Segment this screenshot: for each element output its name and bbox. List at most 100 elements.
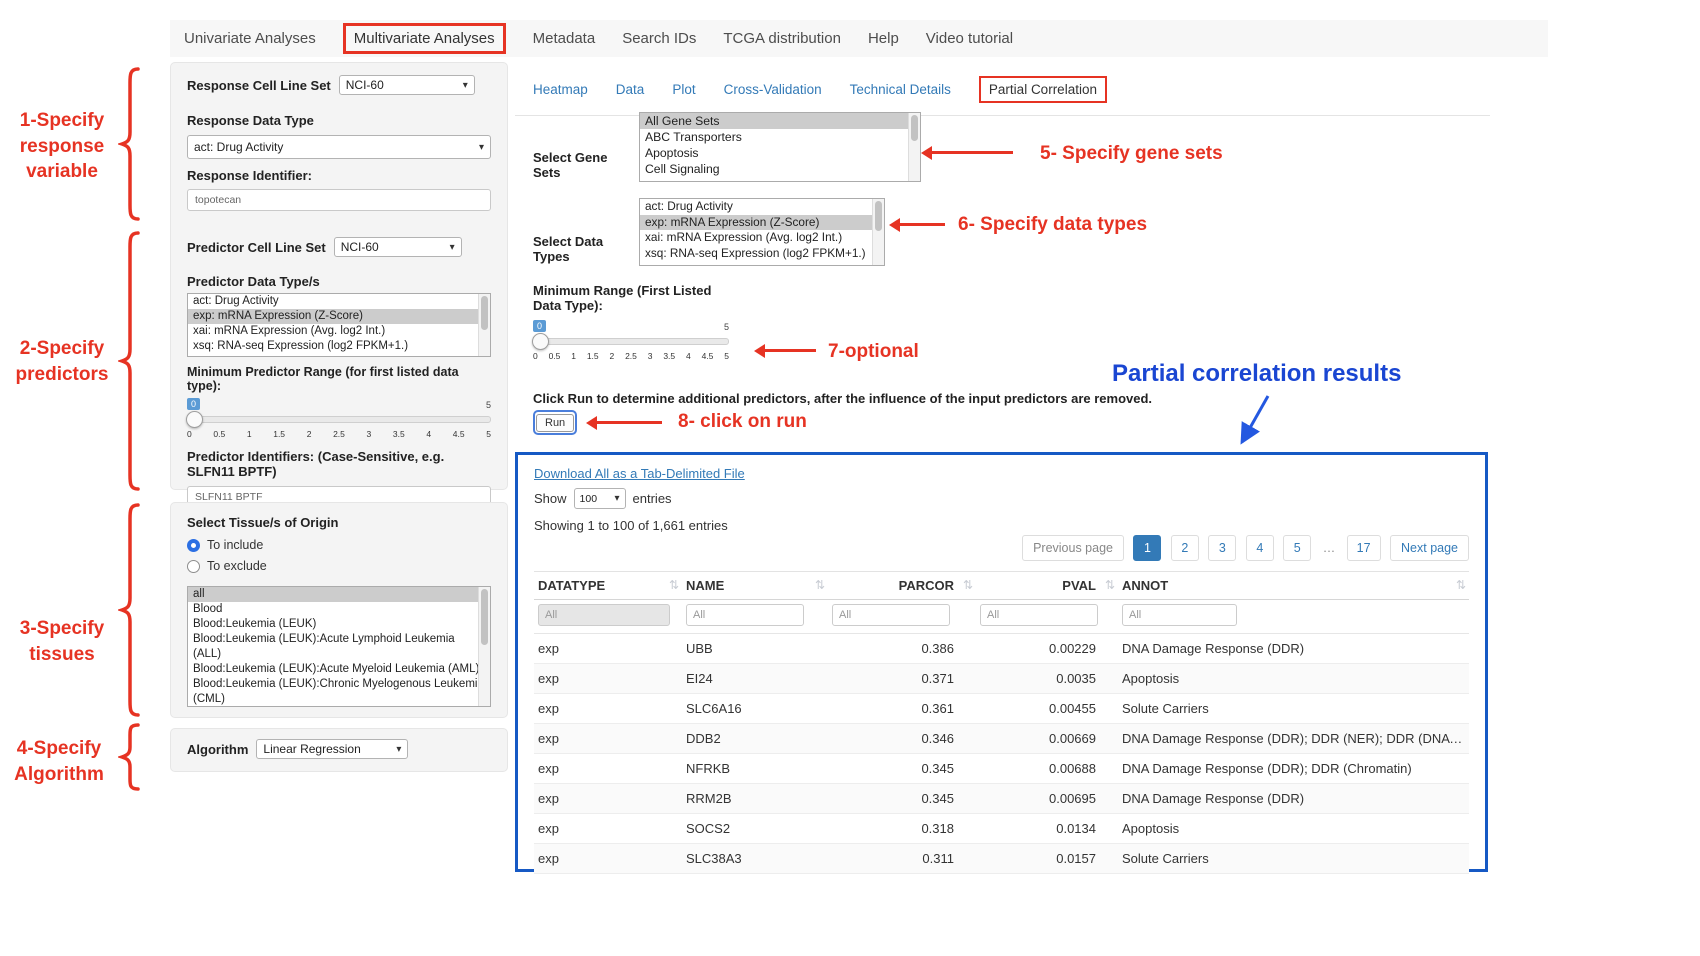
slider-track[interactable] bbox=[533, 338, 729, 345]
cellminercdb-page: Univariate Analyses Multivariate Analyse… bbox=[0, 0, 1700, 956]
predictor-data-types-label: Predictor Data Type/s bbox=[187, 274, 491, 289]
data-type-option[interactable]: act: Drug Activity bbox=[640, 199, 884, 215]
nav-help[interactable]: Help bbox=[868, 30, 899, 47]
page-button-1[interactable]: 1 bbox=[1133, 535, 1161, 561]
annotation-arrow-optional bbox=[758, 349, 816, 352]
page-button-4[interactable]: 4 bbox=[1246, 535, 1274, 561]
tab-heatmap[interactable]: Heatmap bbox=[533, 82, 588, 97]
filter-annot-input[interactable] bbox=[1122, 604, 1237, 626]
tab-technical-details[interactable]: Technical Details bbox=[850, 82, 951, 97]
col-header-pval[interactable]: PVAL⇅ bbox=[976, 572, 1118, 600]
sort-icon[interactable]: ⇅ bbox=[1105, 578, 1115, 592]
annotation-step1: 1-Specify response variable bbox=[8, 108, 116, 185]
filter-datatype-input[interactable] bbox=[538, 604, 670, 626]
radio-to-include[interactable] bbox=[187, 539, 200, 552]
tab-plot[interactable]: Plot bbox=[672, 82, 695, 97]
previous-page-button[interactable]: Previous page bbox=[1022, 535, 1124, 561]
tissue-option-selected[interactable]: all bbox=[188, 587, 490, 602]
sort-icon[interactable]: ⇅ bbox=[815, 578, 825, 592]
nav-multivariate-analyses[interactable]: Multivariate Analyses bbox=[343, 23, 506, 54]
show-entries-select[interactable]: 100 ▾ bbox=[574, 488, 626, 509]
scrollbar-thumb[interactable] bbox=[481, 589, 488, 645]
col-header-datatype[interactable]: DATATYPE⇅ bbox=[534, 572, 682, 600]
tissue-listbox: all Blood Blood:Leukemia (LEUK) Blood:Le… bbox=[187, 586, 491, 707]
scrollbar-thumb[interactable] bbox=[911, 115, 918, 141]
sort-icon[interactable]: ⇅ bbox=[963, 578, 973, 592]
data-type-option[interactable]: xai: mRNA Expression (Avg. log2 Int.) bbox=[640, 230, 884, 246]
nav-video-tutorial[interactable]: Video tutorial bbox=[926, 30, 1013, 47]
data-type-option-selected[interactable]: exp: mRNA Expression (Z-Score) bbox=[640, 215, 884, 231]
gene-set-option[interactable]: Apoptosis bbox=[640, 145, 920, 161]
col-header-annot[interactable]: ANNOT⇅ bbox=[1118, 572, 1469, 600]
brace-step2 bbox=[118, 230, 144, 492]
nav-univariate-analyses[interactable]: Univariate Analyses bbox=[184, 30, 316, 47]
page-button-2[interactable]: 2 bbox=[1171, 535, 1199, 561]
run-button[interactable]: Run bbox=[536, 414, 574, 432]
slider-track[interactable] bbox=[187, 416, 491, 423]
tab-data[interactable]: Data bbox=[616, 82, 645, 97]
gene-sets-group: Select Gene Sets All Gene Sets ABC Trans… bbox=[533, 112, 921, 182]
predictor-cell-line-set-select[interactable]: NCI-60 ▾ bbox=[334, 237, 462, 257]
tissue-option[interactable]: Blood:Leukemia (LEUK):Acute Lymphoid Leu… bbox=[188, 632, 490, 662]
download-tab-delimited-link[interactable]: Download All as a Tab-Delimited File bbox=[534, 466, 745, 481]
scrollbar[interactable] bbox=[478, 587, 490, 706]
slider-handle[interactable] bbox=[532, 333, 549, 350]
gene-set-option[interactable]: Cell Signaling bbox=[640, 161, 920, 177]
page-button-3[interactable]: 3 bbox=[1208, 535, 1236, 561]
min-range-label-line2: Data Type): bbox=[533, 298, 711, 313]
annotation-arrow-data-types bbox=[893, 223, 945, 226]
tick-label: 4 bbox=[686, 351, 691, 361]
response-cell-line-set-label: Response Cell Line Set bbox=[187, 78, 331, 93]
sidebar-algorithm-panel: Algorithm Linear Regression ▾ bbox=[170, 728, 508, 772]
scrollbar-thumb[interactable] bbox=[481, 296, 488, 330]
min-predictor-range-slider: 0 5 0 0.5 1 1.5 2 2.5 3 3.5 4 4.5 5 bbox=[187, 398, 491, 439]
scrollbar[interactable] bbox=[872, 199, 884, 265]
response-identifier-input[interactable] bbox=[187, 189, 491, 211]
col-header-parcor[interactable]: PARCOR⇅ bbox=[828, 572, 976, 600]
predictor-data-type-option[interactable]: xsq: RNA-seq Expression (log2 FPKM+1.) bbox=[188, 339, 490, 354]
filter-name-input[interactable] bbox=[686, 604, 804, 626]
tick-label: 4.5 bbox=[702, 351, 714, 361]
data-type-option[interactable]: xsq: RNA-seq Expression (log2 FPKM+1.) bbox=[640, 246, 884, 262]
page-button-17[interactable]: 17 bbox=[1347, 535, 1381, 561]
predictor-data-type-option-selected[interactable]: exp: mRNA Expression (Z-Score) bbox=[188, 309, 490, 324]
data-types-listbox: act: Drug Activity exp: mRNA Expression … bbox=[639, 198, 885, 266]
tissue-option[interactable]: Blood:Leukemia (LEUK) bbox=[188, 617, 490, 632]
algorithm-select[interactable]: Linear Regression ▾ bbox=[256, 739, 408, 759]
filter-parcor-input[interactable] bbox=[832, 604, 950, 626]
response-data-type-select[interactable]: act: Drug Activity ▾ bbox=[187, 135, 491, 159]
gene-set-option-selected[interactable]: All Gene Sets bbox=[640, 113, 920, 129]
run-button-highlight: Run bbox=[533, 410, 577, 435]
entries-label: entries bbox=[633, 491, 672, 506]
predictor-data-type-option[interactable]: xai: mRNA Expression (Avg. log2 Int.) bbox=[188, 324, 490, 339]
tab-partial-correlation[interactable]: Partial Correlation bbox=[979, 76, 1107, 103]
scrollbar-thumb[interactable] bbox=[875, 201, 882, 231]
table-row: expSOCS2 0.3180.0134 Apoptosis bbox=[534, 814, 1469, 844]
filter-pval-input[interactable] bbox=[980, 604, 1098, 626]
tissue-option[interactable]: Blood:Leukemia (LEUK):Chronic Myelogenou… bbox=[188, 677, 490, 707]
results-pointer-arrow bbox=[1232, 392, 1276, 450]
tab-cross-validation[interactable]: Cross-Validation bbox=[724, 82, 822, 97]
table-row: expSLC38A3 0.3110.0157 Solute Carriers bbox=[534, 844, 1469, 874]
algorithm-value: Linear Regression bbox=[263, 742, 360, 756]
col-header-name[interactable]: NAME⇅ bbox=[682, 572, 828, 600]
top-nav: Univariate Analyses Multivariate Analyse… bbox=[170, 20, 1548, 57]
scrollbar[interactable] bbox=[478, 294, 490, 356]
tissue-option[interactable]: Blood:Leukemia (LEUK):Acute Myeloid Leuk… bbox=[188, 662, 490, 677]
nav-tcga-distribution[interactable]: TCGA distribution bbox=[723, 30, 841, 47]
radio-to-exclude[interactable] bbox=[187, 560, 200, 573]
nav-search-ids[interactable]: Search IDs bbox=[622, 30, 696, 47]
tissue-option[interactable]: Blood bbox=[188, 602, 490, 617]
sort-icon[interactable]: ⇅ bbox=[1456, 578, 1466, 592]
next-page-button[interactable]: Next page bbox=[1390, 535, 1469, 561]
response-cell-line-set-select[interactable]: NCI-60 ▾ bbox=[339, 75, 475, 95]
algorithm-label: Algorithm bbox=[187, 742, 248, 757]
min-range-label-line1: Minimum Range (First Listed bbox=[533, 283, 711, 298]
sort-icon[interactable]: ⇅ bbox=[669, 578, 679, 592]
nav-metadata[interactable]: Metadata bbox=[533, 30, 596, 47]
gene-set-option[interactable]: ABC Transporters bbox=[640, 129, 920, 145]
predictor-data-type-option[interactable]: act: Drug Activity bbox=[188, 294, 490, 309]
slider-handle[interactable] bbox=[186, 411, 203, 428]
page-button-5[interactable]: 5 bbox=[1283, 535, 1311, 561]
predictor-cell-line-set-label: Predictor Cell Line Set bbox=[187, 240, 326, 255]
